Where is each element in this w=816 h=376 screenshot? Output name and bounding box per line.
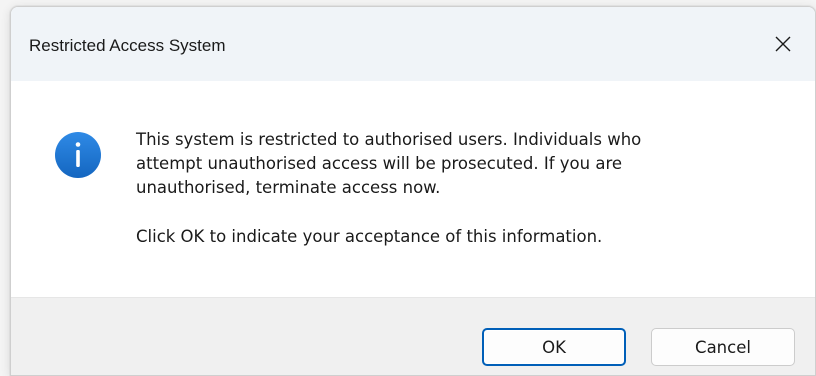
button-bar: OK Cancel	[11, 297, 815, 375]
close-icon	[775, 36, 791, 52]
info-icon	[55, 132, 101, 178]
message-line: Click OK to indicate your acceptance of …	[136, 227, 603, 246]
message-line: attempt unauthorised access will be pros…	[136, 154, 623, 173]
title-bar[interactable]: Restricted Access System	[11, 7, 815, 81]
message-line: This system is restricted to authorised …	[136, 130, 642, 149]
message-dialog: Restricted Access System This system is …	[10, 6, 816, 376]
cancel-button[interactable]: Cancel	[651, 328, 795, 366]
dialog-message: This system is restricted to authorised …	[136, 128, 796, 249]
message-line: unauthorised, terminate access now.	[136, 178, 441, 197]
ok-button[interactable]: OK	[482, 328, 626, 366]
close-button[interactable]	[751, 7, 815, 81]
dialog-content: This system is restricted to authorised …	[11, 81, 815, 297]
window-title: Restricted Access System	[29, 36, 226, 55]
